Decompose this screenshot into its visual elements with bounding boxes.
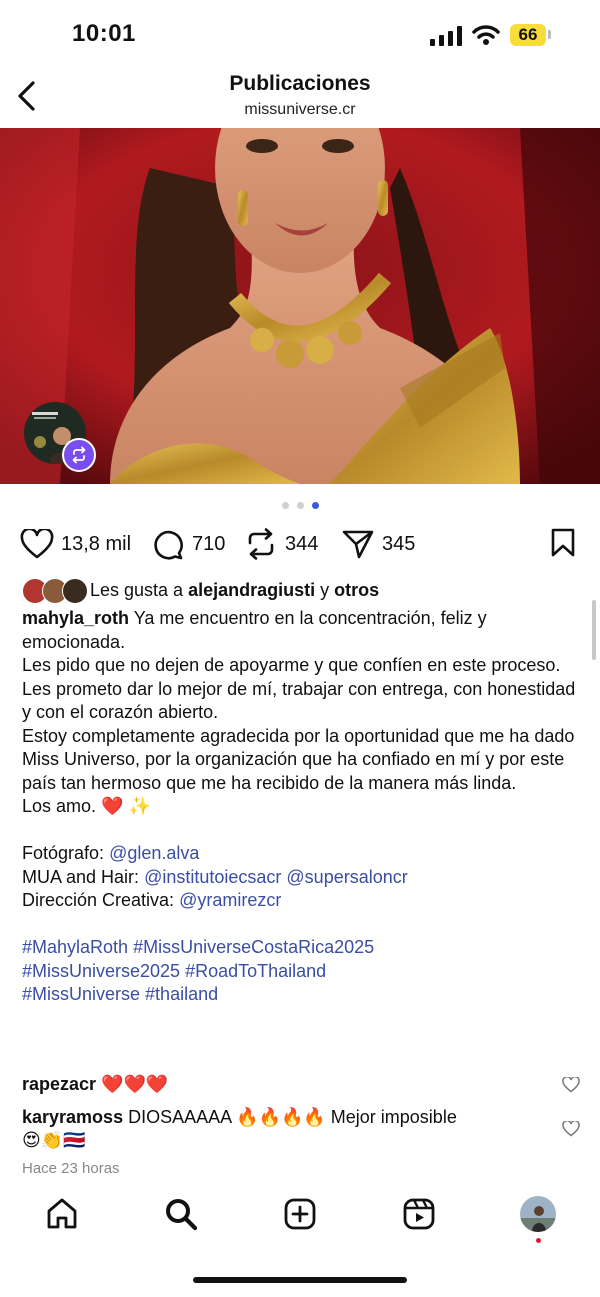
hashtag[interactable]: #MissUniverse (22, 984, 140, 1004)
hashtag[interactable]: #thailand (145, 984, 218, 1004)
comment-like-heart-icon[interactable] (562, 1121, 580, 1137)
comment-username[interactable]: karyramoss (22, 1107, 123, 1127)
repost-count[interactable]: 344 (285, 533, 318, 556)
search-icon[interactable] (163, 1196, 199, 1232)
post-image[interactable] (0, 128, 600, 484)
create-icon[interactable] (282, 1196, 318, 1232)
post-caption: mahyla_roth Ya me encuentro en la concen… (22, 607, 582, 1007)
liked-by-user[interactable]: alejandragiusti (188, 580, 315, 600)
signal-icon (430, 26, 462, 46)
wifi-icon (472, 25, 500, 45)
hashtag[interactable]: #MissUniverse2025 (22, 961, 180, 981)
liked-by-prefix: Les gusta a (90, 580, 184, 600)
comment-text-emoji: 😍👏🇨🇷 (22, 1130, 86, 1150)
comment-text: DIOSAAAAA 🔥🔥🔥🔥 Mejor imposible (128, 1107, 457, 1127)
like-heart-icon[interactable] (20, 529, 54, 559)
credit-mention[interactable]: @yramirezcr (179, 890, 281, 910)
hashtag[interactable]: #MahylaRoth (22, 937, 128, 957)
caption-paragraph: Les prometo dar lo mejor de mí, trabajar… (22, 678, 576, 723)
credit-label: Fotógrafo: (22, 843, 105, 863)
liked-by-connector: y (320, 580, 330, 600)
credit-mention[interactable]: @supersaloncr (286, 867, 407, 887)
repost-icon[interactable] (246, 528, 276, 560)
battery-cap (548, 30, 551, 39)
share-count[interactable]: 345 (382, 533, 415, 556)
like-count[interactable]: 13,8 mil (61, 533, 131, 556)
caption-closing: Los amo. (22, 796, 97, 816)
status-time: 10:01 (72, 20, 136, 47)
liker-avatar (62, 578, 88, 604)
home-icon[interactable] (44, 1196, 80, 1232)
carousel-dot-active (312, 502, 319, 509)
liked-by-text[interactable]: Les gusta a alejandragiusti y otros (90, 580, 379, 601)
caption-paragraph: Les pido que no dejen de apoyarme y que … (22, 655, 561, 675)
credit-mention[interactable]: @glen.alva (109, 843, 199, 863)
scrollbar[interactable] (592, 600, 596, 660)
comment-count[interactable]: 710 (192, 533, 225, 556)
liked-by-avatars[interactable] (22, 578, 88, 604)
carousel-dot (282, 502, 289, 509)
comment-username[interactable]: rapezacr (22, 1074, 96, 1094)
caption-username[interactable]: mahyla_roth (22, 608, 129, 628)
account-subtitle[interactable]: missuniverse.cr (0, 101, 600, 119)
hashtag[interactable]: #MissUniverseCostaRica2025 (133, 937, 374, 957)
comment-like-heart-icon[interactable] (562, 1077, 580, 1093)
carousel-dot (297, 502, 304, 509)
battery-level: 66 (510, 24, 546, 46)
post-timestamp: Hace 23 horas (22, 1160, 120, 1177)
comment-item: rapezacr ❤️❤️❤️ (22, 1073, 168, 1096)
repost-badge-icon (62, 438, 96, 472)
reels-icon[interactable] (401, 1196, 437, 1232)
profile-avatar[interactable] (520, 1196, 556, 1232)
credit-mention[interactable]: @institutoiecsacr (144, 867, 281, 887)
caption-closing-emoji: ❤️ ✨ (101, 796, 151, 816)
home-indicator (193, 1277, 407, 1283)
credit-label: MUA and Hair: (22, 866, 140, 887)
hashtag[interactable]: #RoadToThailand (185, 961, 326, 981)
comment-icon[interactable] (152, 529, 184, 561)
page-title: Publicaciones (229, 72, 371, 95)
share-send-icon[interactable] (342, 529, 374, 559)
notification-dot (536, 1238, 541, 1243)
liked-by-others[interactable]: otros (334, 580, 379, 600)
bookmark-icon[interactable] (550, 528, 576, 558)
caption-paragraph: Estoy completamente agradecida por la op… (22, 725, 575, 793)
comment-text: ❤️❤️❤️ (101, 1074, 169, 1094)
comment-item: karyramoss DIOSAAAAA 🔥🔥🔥🔥 Mejor imposibl… (22, 1106, 542, 1152)
credit-label: Dirección Creativa: (22, 890, 175, 910)
